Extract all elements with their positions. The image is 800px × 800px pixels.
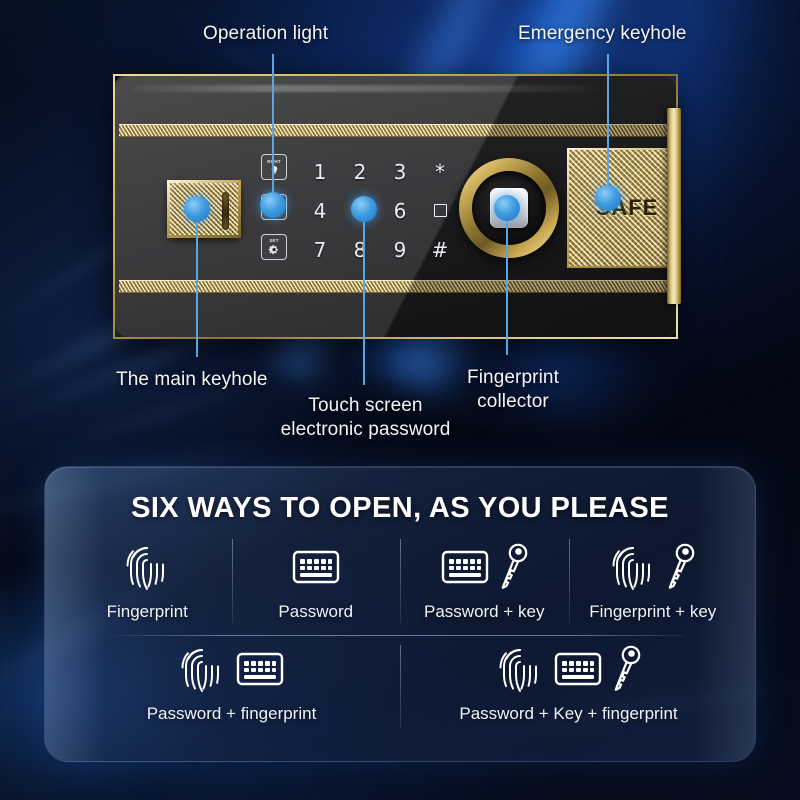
- keyboard-icon: [441, 548, 489, 591]
- way-icon-group: [124, 541, 170, 597]
- keyboard-icon: [292, 548, 340, 591]
- emergency-keyhole-plate[interactable]: SAFE: [567, 148, 676, 268]
- keypad-key-4[interactable]: 4: [300, 191, 340, 230]
- faceplate-top-glint: [133, 85, 606, 92]
- keypad-key-2[interactable]: 2: [340, 152, 380, 191]
- light-button[interactable]: RGHT: [261, 154, 287, 180]
- gear-icon: [268, 244, 280, 256]
- callout-line-main-keyhole: [196, 211, 198, 357]
- way-password[interactable]: Password: [231, 539, 401, 635]
- callout-label-emergency-keyhole: Emergency keyhole: [518, 23, 687, 44]
- keypad-key-6[interactable]: 6: [380, 191, 420, 230]
- callout-line-fingerprint-collector: [506, 221, 508, 355]
- callout-label-main-keyhole: The main keyhole: [116, 369, 268, 390]
- set-button[interactable]: SET: [261, 234, 287, 260]
- keypad-key-3[interactable]: 3: [380, 152, 420, 191]
- callout-label-operation-light: Operation light: [203, 23, 329, 44]
- way-icon-group: [179, 643, 284, 699]
- way-label-password-key: Password + key: [424, 602, 545, 621]
- six-ways-title: SIX WAYS TO OPEN, AS YOU PLEASE: [131, 492, 669, 524]
- light-button-label: RGHT: [267, 158, 281, 164]
- key-icon: [500, 542, 528, 597]
- keypad-key-7[interactable]: 7: [300, 231, 340, 270]
- callout-label-touch-screen: Touch screen electronic password: [280, 395, 451, 440]
- gold-edge-strip: [667, 108, 681, 304]
- callout-dot-emergency-keyhole: [595, 185, 621, 211]
- callout-line-emergency-keyhole: [607, 54, 609, 197]
- callout-dot-main-keyhole: [184, 196, 210, 222]
- way-label-password-key-fingerprint: Password + Key + fingerprint: [459, 704, 678, 723]
- callout-label-fingerprint-collector: Fingerprint collector: [467, 367, 559, 412]
- infographic-stage: RGHT SET 1 2 3 * 4 6 7 8 9 # SAFE Operat…: [0, 0, 800, 800]
- gold-trim-band-lower: [119, 280, 672, 293]
- ways-row-bottom: Password + fingerprint Password + Key + …: [63, 643, 737, 743]
- way-label-fingerprint: Fingerprint: [106, 602, 188, 621]
- keypad-key-1[interactable]: 1: [300, 152, 340, 191]
- keypad-key-asterisk[interactable]: *: [420, 152, 460, 191]
- six-ways-panel: SIX WAYS TO OPEN, AS YOU PLEASE Fingerpr…: [44, 466, 756, 762]
- keyboard-icon: [236, 650, 284, 693]
- way-icon-group: [292, 541, 340, 597]
- keypad-key-square[interactable]: [420, 191, 460, 230]
- callout-dot-touch-screen: [351, 196, 377, 222]
- way-label-fingerprint-key: Fingerprint + key: [589, 602, 717, 621]
- ways-row-top: Fingerprint Password Password + key Fing…: [63, 539, 738, 635]
- callout-line-touch-screen: [363, 213, 365, 385]
- way-icon-group: [441, 541, 528, 597]
- touch-keypad[interactable]: 1 2 3 * 4 5 6 7 8 9 #: [300, 152, 460, 270]
- fingerprint-icon: [124, 541, 170, 598]
- keypad-key-hash[interactable]: #: [420, 231, 460, 270]
- way-label-password: Password: [278, 602, 354, 621]
- callout-dot-fingerprint-collector: [494, 195, 520, 221]
- keyhole-slot-icon: [222, 192, 229, 230]
- way-password-key[interactable]: Password + key: [400, 539, 569, 635]
- keyboard-icon: [554, 650, 602, 693]
- way-fingerprint[interactable]: Fingerprint: [63, 541, 232, 635]
- fingerprint-icon: [497, 643, 543, 700]
- gold-trim-band-upper: [119, 124, 672, 137]
- way-label-password-fingerprint: Password + fingerprint: [146, 704, 317, 723]
- key-icon: [613, 644, 641, 699]
- way-fingerprint-key[interactable]: Fingerprint + key: [568, 539, 738, 635]
- keypad-key-8[interactable]: 8: [340, 231, 380, 270]
- key-icon: [667, 542, 695, 597]
- fingerprint-icon: [610, 541, 656, 598]
- fingerprint-icon: [179, 643, 225, 700]
- way-password-fingerprint[interactable]: Password + fingerprint: [63, 643, 400, 743]
- callout-dot-operation-light: [260, 192, 286, 218]
- set-button-label: SET: [269, 238, 279, 244]
- way-icon-group: [497, 643, 641, 699]
- way-icon-group: [610, 541, 695, 597]
- keypad-key-9[interactable]: 9: [380, 231, 420, 270]
- way-password-key-fingerprint[interactable]: Password + Key + fingerprint: [400, 643, 737, 743]
- callout-line-operation-light: [272, 54, 274, 197]
- ways-row-divider: [115, 635, 685, 636]
- light-icon: [269, 164, 280, 175]
